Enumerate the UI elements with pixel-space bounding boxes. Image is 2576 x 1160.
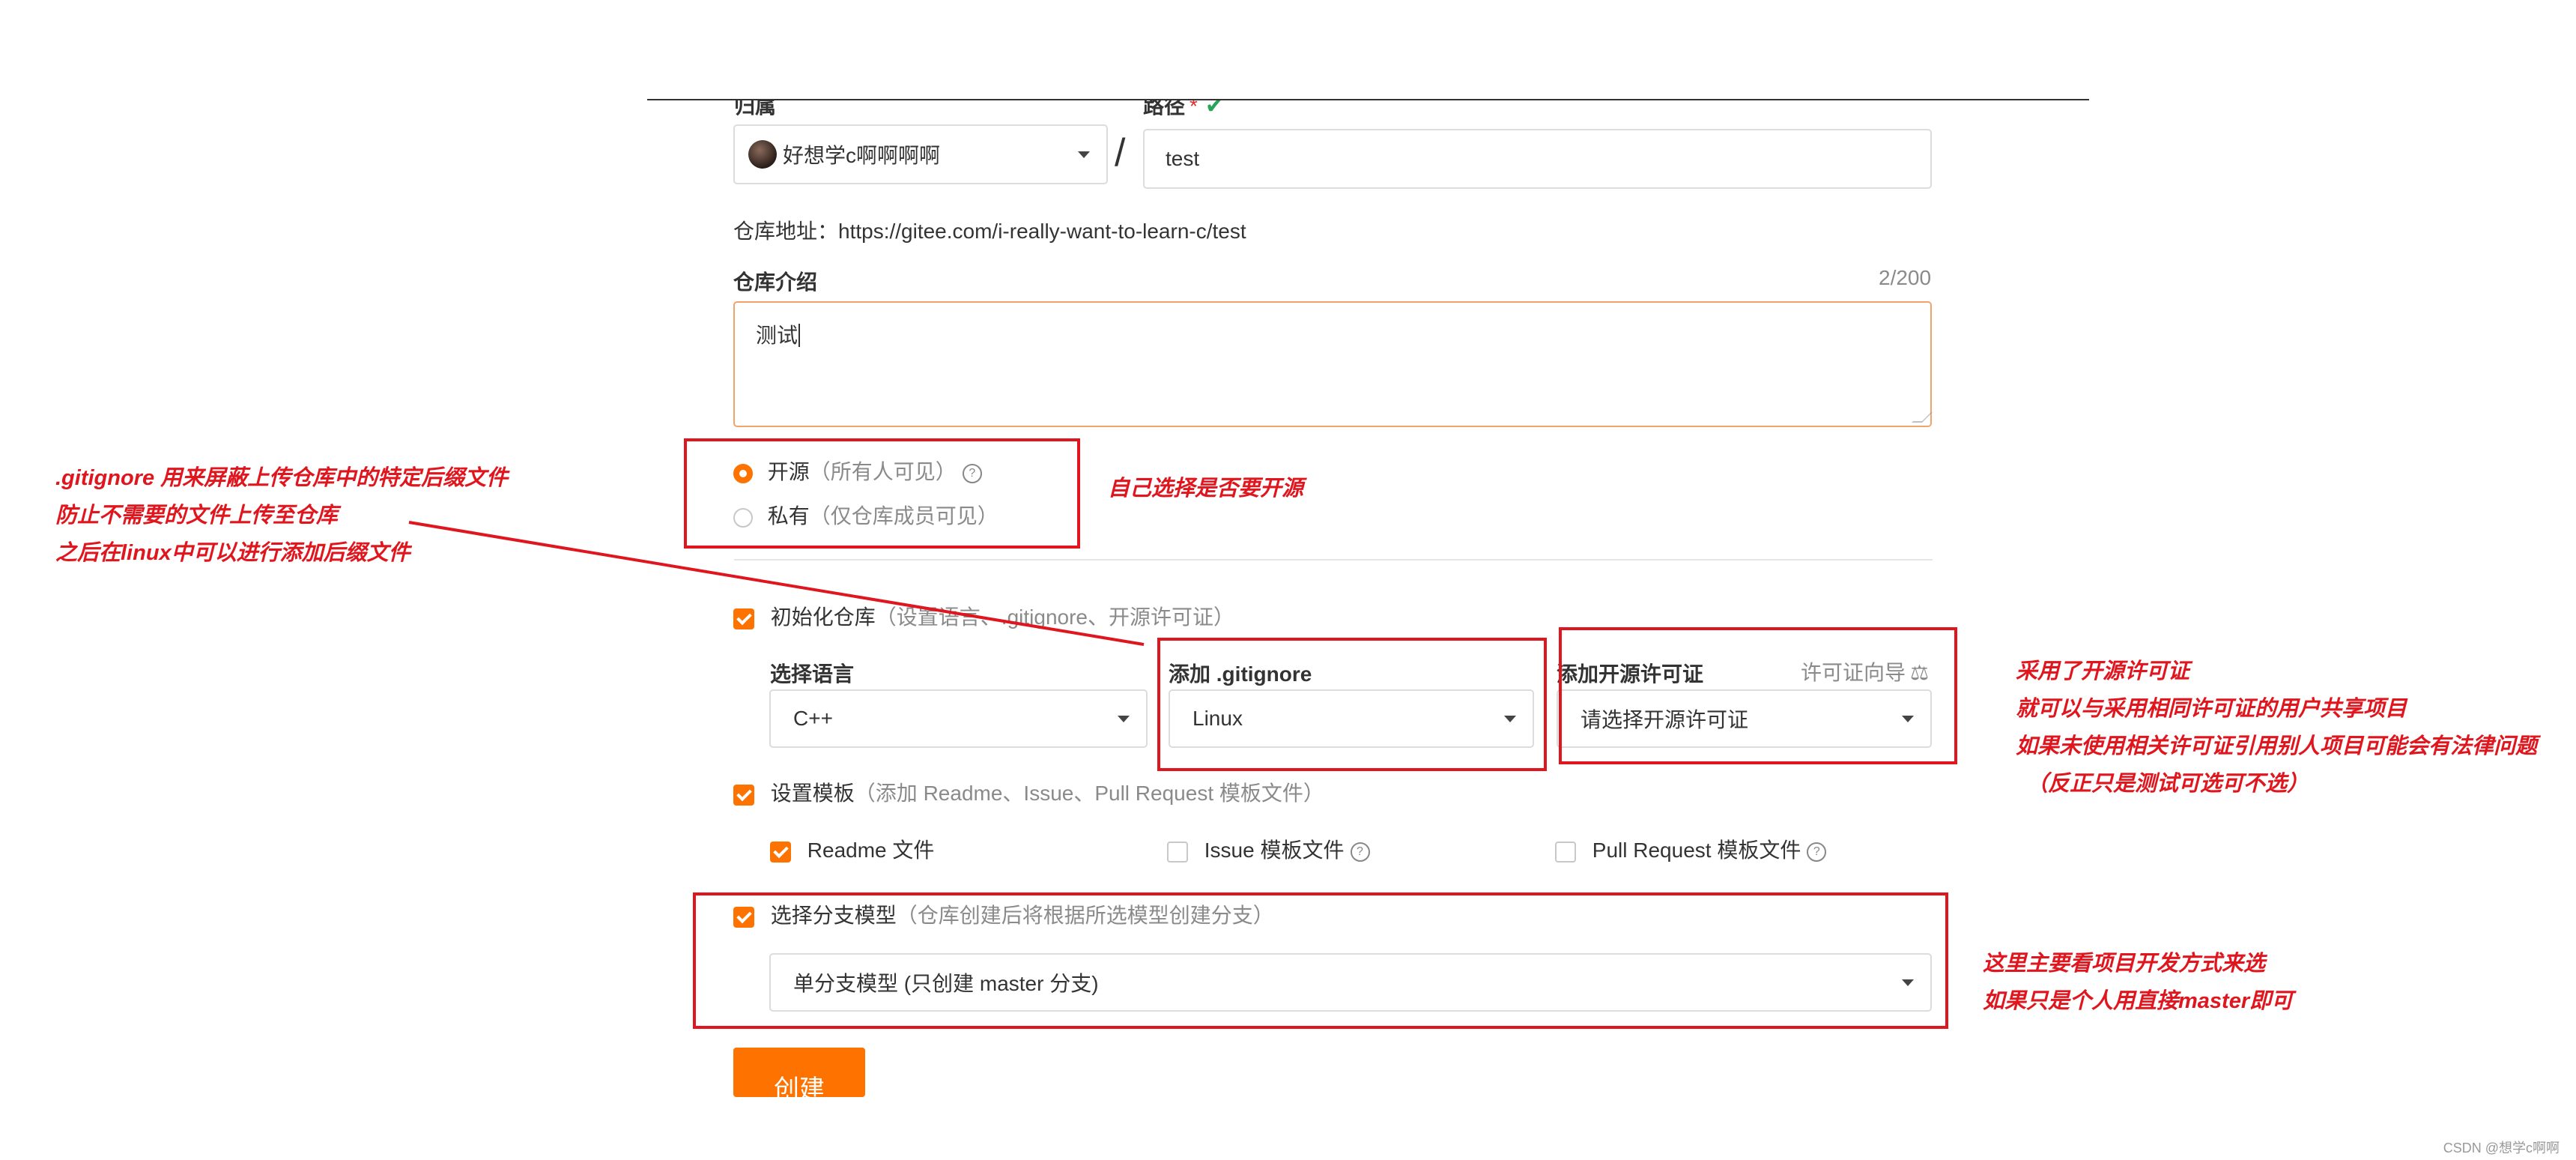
gitignore-note-line: 防止不需要的文件上传至仓库: [55, 504, 339, 528]
gitignore-note-line: 之后在linux中可以进行添加后缀文件: [55, 541, 410, 565]
watermark: CSDN @想学c啊啊: [2443, 1141, 2560, 1156]
license-note: 采用了开源许可证 就可以与采用相同许可证的用户共享项目 如果未使用相关许可证引用…: [2016, 653, 2537, 803]
branch-note-line: 这里主要看项目开发方式来选: [1983, 952, 2266, 976]
gitignore-note-line: .gitignore 用来屏蔽上传仓库中的特定后缀文件: [55, 466, 509, 490]
license-note-line: 如果未使用相关许可证引用别人项目可能会有法律问题: [2016, 734, 2538, 758]
branch-note: 这里主要看项目开发方式来选 如果只是个人用直接master即可: [1983, 945, 2293, 1020]
visibility-note: 自己选择是否要开源: [1108, 477, 1304, 501]
license-note-line: 就可以与采用相同许可证的用户共享项目: [2016, 697, 2407, 721]
gitignore-note: .gitignore 用来屏蔽上传仓库中的特定后缀文件 防止不需要的文件上传至仓…: [55, 459, 508, 572]
annotation-line-stroke: [408, 521, 1145, 646]
license-note-line: （反正只是测试可选可不选）: [2026, 772, 2309, 796]
license-note-line: 采用了开源许可证: [2016, 659, 2190, 683]
branch-note-line: 如果只是个人用直接master即可: [1983, 989, 2294, 1013]
